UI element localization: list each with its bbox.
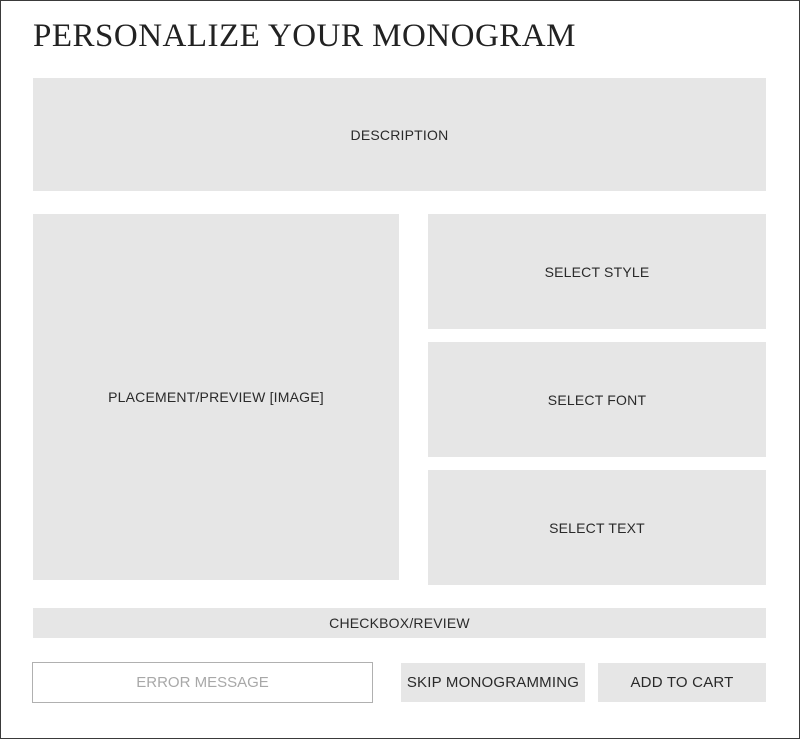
skip-monogramming-label: SKIP MONOGRAMMING [406, 674, 580, 691]
preview-label: PLACEMENT/PREVIEW [IMAGE] [108, 389, 324, 405]
error-message-text: ERROR MESSAGE [136, 674, 269, 691]
checkbox-review-label: CHECKBOX/REVIEW [329, 615, 470, 631]
description-label: DESCRIPTION [350, 126, 449, 143]
select-text-control[interactable]: SELECT TEXT [428, 470, 766, 585]
select-style-control[interactable]: SELECT STYLE [428, 214, 766, 329]
select-font-control[interactable]: SELECT FONT [428, 342, 766, 457]
select-text-label: SELECT TEXT [549, 519, 645, 536]
checkbox-review-control[interactable]: CHECKBOX/REVIEW [33, 608, 766, 638]
select-font-label: SELECT FONT [547, 391, 647, 408]
description-block: DESCRIPTION [33, 78, 766, 191]
page-title: PERSONALIZE YOUR MONOGRAM [33, 18, 576, 54]
error-message-box: ERROR MESSAGE [32, 662, 373, 703]
add-to-cart-button[interactable]: ADD TO CART [598, 663, 766, 702]
add-to-cart-label: ADD TO CART [630, 674, 734, 691]
placement-preview-image: PLACEMENT/PREVIEW [IMAGE] [33, 214, 399, 580]
skip-monogramming-button[interactable]: SKIP MONOGRAMMING [401, 663, 585, 702]
select-style-label: SELECT STYLE [544, 263, 650, 280]
